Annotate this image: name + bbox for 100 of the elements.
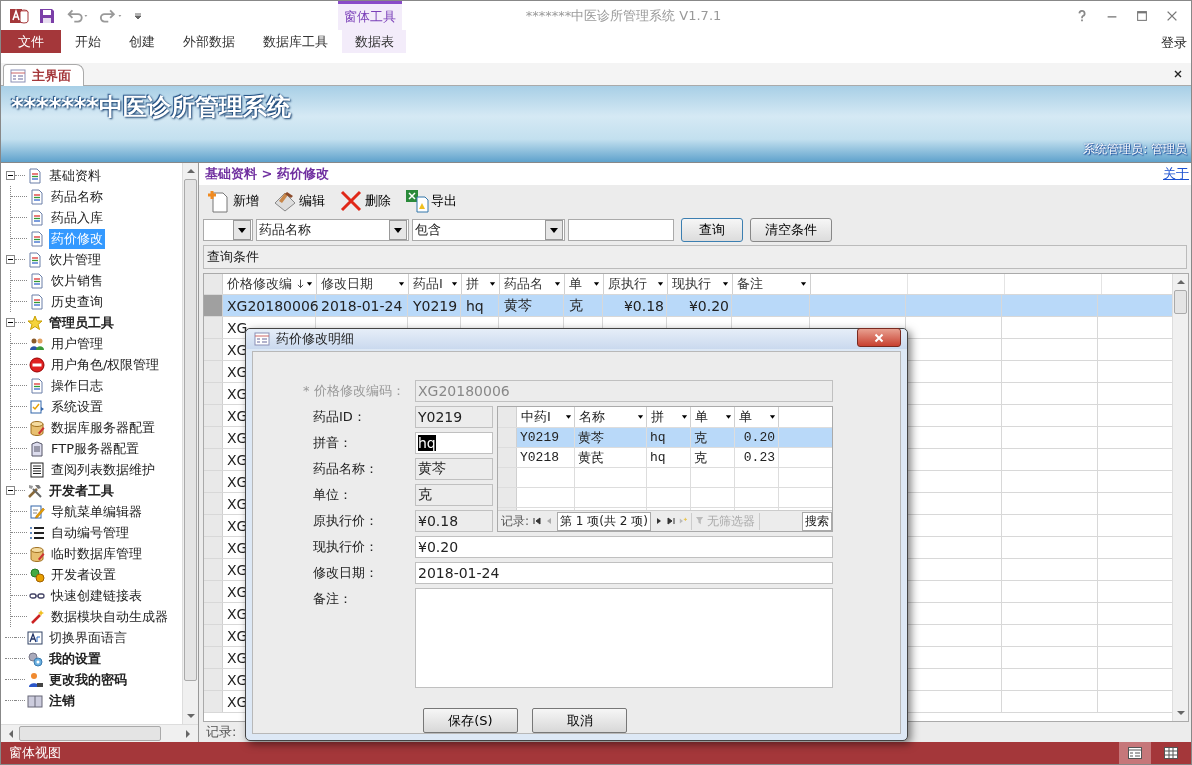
- row-selector[interactable]: [204, 361, 223, 382]
- ribbon-tab[interactable]: 数据表: [342, 30, 406, 53]
- input-field[interactable]: ¥0.18: [415, 510, 493, 532]
- column-header[interactable]: 原执行: [604, 274, 668, 294]
- select-all-corner[interactable]: [204, 274, 223, 294]
- column-header[interactable]: 单: [735, 407, 779, 427]
- row-selector[interactable]: [204, 581, 223, 602]
- search-button[interactable]: 查询: [681, 218, 743, 242]
- input-field[interactable]: ¥0.20: [415, 536, 833, 558]
- tree-item[interactable]: 用户角色/权限管理: [49, 354, 162, 375]
- tree-item[interactable]: 药品入库: [49, 207, 105, 228]
- tree-item[interactable]: 快速创建链接表: [49, 585, 144, 606]
- operator-dropdown[interactable]: 包含: [412, 219, 565, 241]
- tree-item[interactable]: 饮片管理: [47, 249, 103, 270]
- toolbar-button[interactable]: 新增: [205, 189, 261, 213]
- search-field[interactable]: 搜索: [802, 511, 832, 531]
- column-header[interactable]: 中药I: [517, 407, 575, 427]
- dialog-button[interactable]: 保存(S): [423, 708, 518, 733]
- tree-item[interactable]: 操作日志: [49, 375, 105, 396]
- record-position-field[interactable]: 第 1 项(共 2 项): [557, 511, 651, 531]
- scroll-right-icon[interactable]: [185, 729, 191, 738]
- tree-item[interactable]: 管理员工具: [47, 312, 116, 333]
- scroll-down-icon[interactable]: [1176, 710, 1185, 716]
- tree-item[interactable]: 查阅列表数据维护: [49, 459, 157, 480]
- scroll-up-icon[interactable]: [186, 168, 195, 174]
- table-row[interactable]: Y0219 黄芩 hq 克 0.20: [498, 428, 832, 448]
- row-selector[interactable]: [498, 448, 517, 467]
- row-selector[interactable]: [204, 295, 223, 316]
- row-selector[interactable]: [204, 427, 223, 448]
- search-field[interactable]: [568, 219, 674, 241]
- row-selector[interactable]: [204, 603, 223, 624]
- tree-item[interactable]: 用户管理: [49, 333, 105, 354]
- scroll-thumb[interactable]: [184, 179, 197, 681]
- column-header[interactable]: 药品I: [409, 274, 462, 294]
- next-record-icon[interactable]: [654, 517, 663, 525]
- column-header[interactable]: 拼: [462, 274, 500, 294]
- row-selector[interactable]: [498, 488, 517, 507]
- dialog-button[interactable]: 取消: [532, 708, 627, 733]
- previous-record-icon[interactable]: [545, 517, 554, 525]
- scroll-thumb[interactable]: [1174, 290, 1187, 314]
- about-link[interactable]: 关于: [1163, 165, 1191, 183]
- row-selector[interactable]: [204, 515, 223, 536]
- sign-in-link[interactable]: 登录: [1161, 30, 1191, 53]
- ribbon-tab[interactable]: 文件: [1, 30, 61, 53]
- column-header[interactable]: 单: [565, 274, 604, 294]
- row-selector[interactable]: [204, 493, 223, 514]
- column-header[interactable]: 名称: [575, 407, 647, 427]
- scroll-down-icon[interactable]: [186, 713, 195, 719]
- maximize-icon[interactable]: [1135, 8, 1149, 23]
- tree-item[interactable]: 自动编号管理: [49, 522, 131, 543]
- row-selector[interactable]: [204, 317, 223, 338]
- row-selector[interactable]: [204, 559, 223, 580]
- vertical-scrollbar[interactable]: [1172, 274, 1188, 721]
- first-record-icon[interactable]: [533, 517, 542, 525]
- collapse-toggle[interactable]: [6, 486, 15, 495]
- tree-item[interactable]: 注销: [47, 690, 77, 711]
- column-header[interactable]: 备注: [733, 274, 811, 294]
- new-record-icon[interactable]: [678, 517, 687, 525]
- column-header[interactable]: 修改日期: [317, 274, 409, 294]
- row-selector[interactable]: [204, 339, 223, 360]
- tree-item[interactable]: 临时数据库管理: [49, 543, 144, 564]
- tree-item[interactable]: 我的设置: [47, 648, 103, 669]
- row-selector[interactable]: [204, 669, 223, 690]
- tree-item[interactable]: 开发者设置: [49, 564, 118, 585]
- row-selector[interactable]: [204, 647, 223, 668]
- row-selector[interactable]: [204, 449, 223, 470]
- toolbar-button[interactable]: 导出: [403, 189, 459, 213]
- input-field[interactable]: 2018-01-24: [415, 562, 833, 584]
- view-button[interactable]: [1119, 742, 1151, 764]
- toolbar-button[interactable]: 删除: [337, 189, 393, 213]
- input-field[interactable]: hq: [415, 432, 493, 454]
- tree-item[interactable]: 系统设置: [49, 396, 105, 417]
- toolbar-button[interactable]: 编辑: [271, 189, 327, 213]
- row-selector[interactable]: [204, 405, 223, 426]
- column-header[interactable]: 单: [691, 407, 735, 427]
- tree-item[interactable]: 基础资料: [47, 165, 103, 186]
- horizontal-scrollbar[interactable]: [1, 724, 198, 742]
- input-field[interactable]: 克: [415, 484, 493, 506]
- tree-item[interactable]: 历史查询: [49, 291, 105, 312]
- tree-item[interactable]: 更改我的密码: [47, 669, 129, 690]
- column-header[interactable]: 拼: [647, 407, 691, 427]
- row-selector[interactable]: [204, 471, 223, 492]
- dropdown[interactable]: [203, 219, 253, 241]
- clear-button[interactable]: 清空条件: [750, 218, 832, 242]
- column-header[interactable]: 价格修改编: [223, 274, 317, 294]
- collapse-toggle[interactable]: [6, 318, 15, 327]
- scroll-left-icon[interactable]: [8, 729, 14, 738]
- row-selector[interactable]: [204, 625, 223, 646]
- select-all-corner[interactable]: [498, 407, 517, 427]
- field-dropdown[interactable]: 药品名称: [256, 219, 409, 241]
- tree-item[interactable]: 切换界面语言: [47, 627, 129, 648]
- row-selector[interactable]: [498, 468, 517, 487]
- last-record-icon[interactable]: [666, 517, 675, 525]
- row-selector[interactable]: [204, 691, 223, 712]
- close-icon[interactable]: [1173, 69, 1183, 79]
- scroll-up-icon[interactable]: [1176, 279, 1185, 285]
- close-button[interactable]: [857, 328, 901, 347]
- tree-item[interactable]: 饮片销售: [49, 270, 105, 291]
- collapse-toggle[interactable]: [6, 255, 15, 264]
- tree-item[interactable]: 开发者工具: [47, 480, 116, 501]
